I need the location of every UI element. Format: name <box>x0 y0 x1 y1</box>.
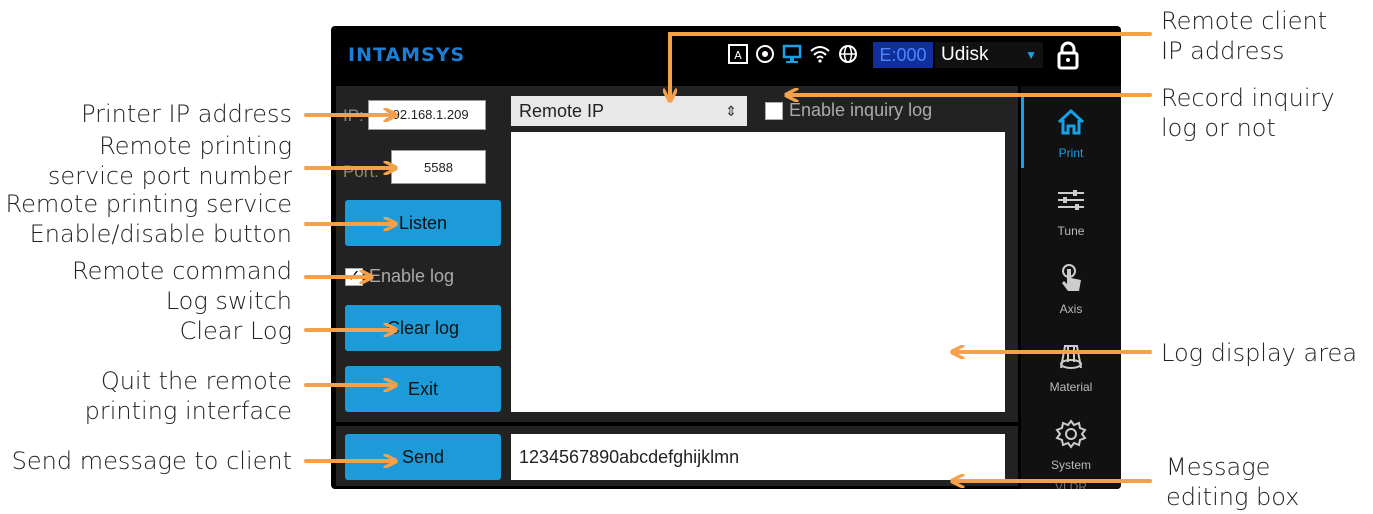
arrow-remote-ip <box>670 32 1152 97</box>
annotation-arrows <box>304 32 1152 514</box>
